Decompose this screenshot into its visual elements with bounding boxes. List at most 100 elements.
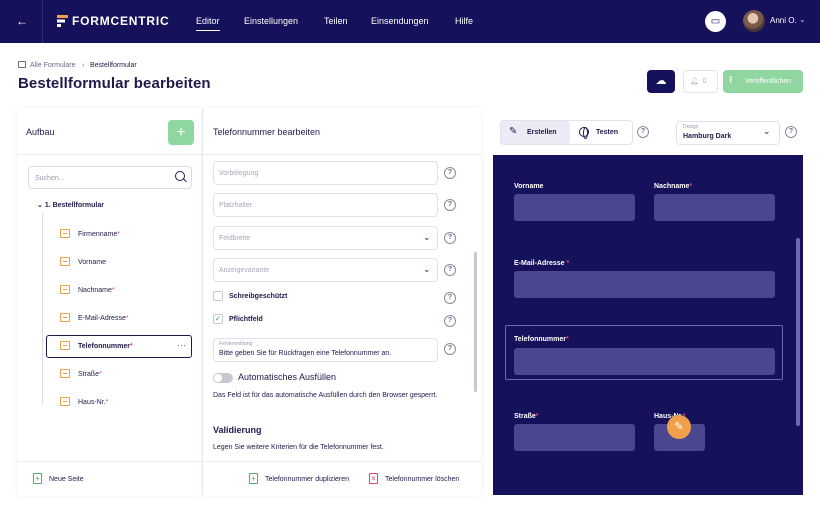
- help-icon[interactable]: ?: [444, 199, 456, 211]
- tree-item-label: Nachname: [78, 287, 112, 294]
- nav-hilfe[interactable]: Hilfe: [455, 16, 473, 27]
- nav-editor[interactable]: Editor: [196, 16, 220, 31]
- divider: [18, 154, 203, 155]
- tree-item-label: Straße: [78, 371, 100, 378]
- design-label: Design: [683, 124, 699, 130]
- autofill-toggle[interactable]: [213, 373, 233, 383]
- required-label: Pflichtfeld: [229, 316, 263, 323]
- scrollbar[interactable]: [474, 252, 477, 392]
- autofill-description: Das Feld ist für das automatische Ausfül…: [213, 392, 438, 399]
- nav-einstellungen[interactable]: Einstellungen: [244, 16, 298, 27]
- required-mark: *: [689, 183, 693, 190]
- required-mark: *: [111, 287, 115, 294]
- preview-label-text: E-Mail-Adresse: [514, 260, 565, 267]
- chevron-down-icon[interactable]: ⌄: [799, 15, 806, 25]
- text-field-icon: [60, 369, 70, 378]
- back-arrow-icon[interactable]: ←: [14, 13, 30, 29]
- mode-create-label[interactable]: Erstellen: [527, 128, 557, 137]
- help-icon[interactable]: ?: [637, 126, 649, 138]
- breadcrumb-all-forms[interactable]: Alle Formulare: [30, 61, 76, 70]
- nav-teilen[interactable]: Teilen: [324, 16, 348, 27]
- default-value-placeholder: Vorbelegung: [219, 170, 259, 177]
- validation-description: Legen Sie weitere Kriterien für die Tele…: [213, 444, 384, 451]
- readonly-checkbox[interactable]: [213, 291, 223, 301]
- validation-title: Validierung: [213, 425, 262, 435]
- tree-item-label: Firmenname: [78, 231, 118, 238]
- tree-page-item[interactable]: ⌄ 1. Bestellformular: [37, 201, 104, 210]
- preview-input-email[interactable]: [514, 271, 775, 298]
- divider: [203, 154, 481, 155]
- number-field-icon: [60, 397, 70, 406]
- placeholder-placeholder: Platzhalter: [219, 202, 253, 209]
- help-icon[interactable]: ?: [444, 343, 456, 355]
- delete-field-button[interactable]: Telefonnummer löschen: [385, 475, 459, 484]
- folder-icon: [18, 61, 26, 68]
- preview-input-strasse[interactable]: [514, 424, 635, 451]
- preview-label-text: Nachname: [654, 183, 690, 190]
- text-field-icon: [60, 285, 70, 294]
- help-icon[interactable]: ?: [444, 264, 456, 276]
- globe-icon: [579, 127, 589, 139]
- tree-line: [42, 213, 43, 405]
- nav-einsendungen[interactable]: Einsendungen: [371, 16, 429, 27]
- readonly-label: Schreibgeschützt: [229, 293, 288, 300]
- duplicate-icon: +: [249, 473, 258, 484]
- mode-test-label[interactable]: Testen: [596, 128, 618, 137]
- search-icon[interactable]: [175, 171, 185, 181]
- avatar[interactable]: [743, 10, 765, 32]
- app-logo: FORMCENTRIC: [72, 14, 170, 28]
- required-mark: *: [564, 260, 570, 267]
- new-page-icon: +: [33, 473, 42, 484]
- help-icon[interactable]: ?: [444, 292, 456, 304]
- search-placeholder: Suchen...: [35, 175, 65, 182]
- text-field-icon: [60, 229, 70, 238]
- preview-input-telefon[interactable]: [514, 348, 775, 375]
- text-field-icon: [60, 257, 70, 266]
- formcentric-logo-icon: [57, 15, 68, 27]
- divider: [18, 461, 481, 462]
- required-mark: *: [99, 371, 102, 378]
- preview-label-telefon: Telefonnummer*: [514, 335, 569, 344]
- preview-label-strasse: Straße*: [514, 412, 539, 421]
- help-icon[interactable]: ?: [444, 167, 456, 179]
- preview-label-text: Straße: [514, 413, 536, 420]
- user-name[interactable]: Anni O.: [770, 16, 797, 26]
- publish-button[interactable]: Veröffentlichen: [723, 70, 803, 93]
- add-field-button[interactable]: +: [168, 120, 194, 145]
- preview-input-nachname[interactable]: [654, 194, 775, 221]
- error-message-value: Bitte geben Sie für Rückfragen eine Tele…: [219, 350, 392, 357]
- chevron-down-icon[interactable]: ⌄: [423, 265, 431, 274]
- error-message-label: Fehlermeldung: [219, 341, 253, 347]
- tree-page-label: 1. Bestellformular: [44, 202, 104, 209]
- required-mark: *: [535, 413, 539, 420]
- display-variant-placeholder: Anzeigevariante: [219, 267, 270, 274]
- notification-button[interactable]: 🔔︎ 0: [683, 70, 718, 93]
- upload-icon: ⭱: [729, 75, 733, 86]
- field-width-placeholder: Feldbreite: [219, 235, 251, 242]
- required-mark: *: [117, 231, 121, 238]
- chevron-down-icon[interactable]: ⌄: [423, 233, 431, 242]
- duplicate-field-button[interactable]: Telefonnummer duplizieren: [265, 475, 349, 484]
- pencil-icon: ✎: [509, 126, 518, 137]
- breadcrumb-current: Bestellformular: [90, 62, 137, 69]
- breadcrumb-separator: ›: [82, 62, 85, 69]
- preview-label-vorname: Vorname: [514, 182, 543, 191]
- preview-label-email: E-Mail-Adresse *: [514, 259, 569, 268]
- chevron-down-icon[interactable]: ⌄: [763, 127, 771, 136]
- edit-pencil-button[interactable]: ✎: [667, 415, 691, 439]
- required-mark: *: [125, 315, 129, 322]
- required-mark: *: [130, 343, 133, 350]
- tree-item-label: Telefonnummer: [78, 343, 130, 350]
- help-icon[interactable]: ?: [444, 315, 456, 327]
- help-icon[interactable]: ?: [444, 232, 456, 244]
- chat-icon[interactable]: ▭: [705, 11, 726, 32]
- required-checkbox[interactable]: ✓: [213, 314, 223, 324]
- cloud-save-button[interactable]: ☁: [647, 70, 675, 93]
- preview-scrollbar[interactable]: [796, 238, 800, 426]
- divider: [42, 0, 43, 43]
- new-page-button[interactable]: Neue Seite: [49, 475, 84, 484]
- preview-input-vorname[interactable]: [514, 194, 635, 221]
- structure-title: Aufbau: [26, 127, 55, 137]
- more-options-icon[interactable]: ···: [177, 341, 187, 350]
- help-icon[interactable]: ?: [785, 126, 797, 138]
